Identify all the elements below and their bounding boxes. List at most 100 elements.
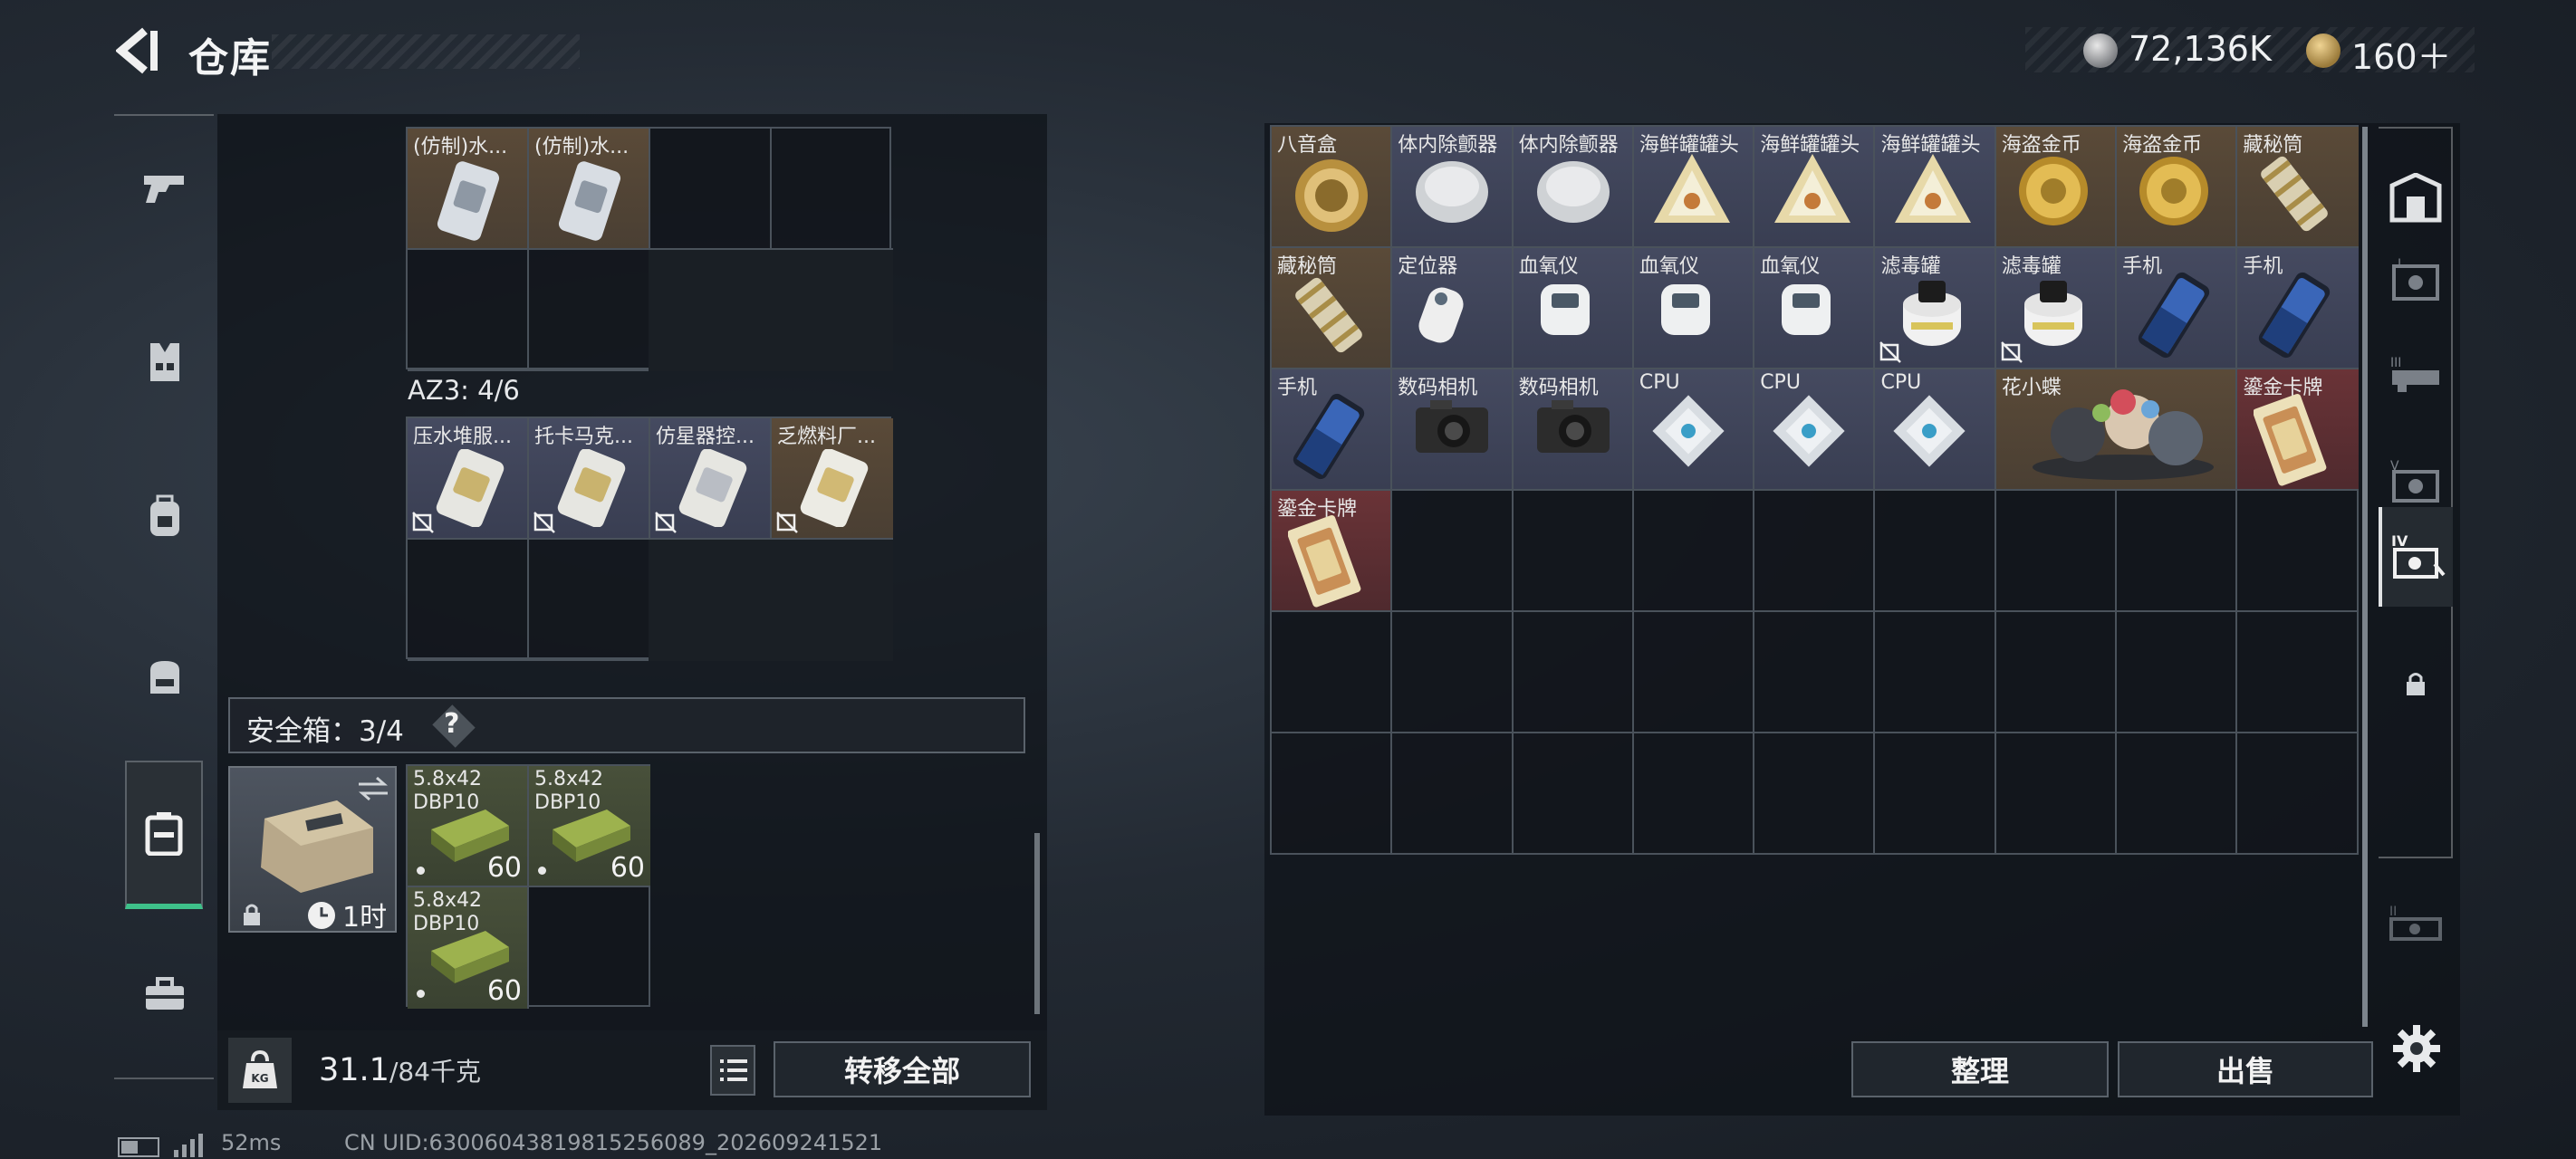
inventory-item[interactable]: 乏燃料厂... — [772, 418, 893, 540]
empty-slot[interactable] — [1272, 612, 1393, 733]
tier-1-icon: I — [2392, 257, 2439, 301]
empty-slot[interactable] — [2237, 612, 2359, 733]
inventory-item[interactable]: 滤毒罐 — [1875, 248, 1996, 369]
inventory-item[interactable]: 定位器 — [1392, 248, 1514, 369]
nav-weapon-button[interactable] — [127, 143, 203, 234]
nav-backpack-button[interactable] — [127, 471, 203, 561]
inventory-item[interactable]: 鎏金卡牌 — [1272, 491, 1393, 612]
empty-slot[interactable] — [2117, 491, 2238, 612]
bullet-dot — [417, 990, 425, 998]
empty-slot[interactable] — [1513, 612, 1634, 733]
inventory-item[interactable]: 体内除颤器 — [1513, 127, 1634, 248]
tab-level-2[interactable]: II — [2379, 873, 2453, 972]
nav-toolbox-button[interactable] — [127, 949, 203, 1039]
empty-slot[interactable] — [529, 250, 650, 371]
list-view-button[interactable] — [710, 1045, 755, 1096]
inventory-item[interactable]: CPU — [1754, 369, 1876, 491]
tab-locked[interactable] — [2379, 634, 2453, 733]
empty-slot[interactable] — [2237, 491, 2359, 612]
empty-slot[interactable] — [1513, 491, 1634, 612]
inventory-item[interactable]: 海盗金币 — [2117, 127, 2238, 248]
inventory-item[interactable]: 手机 — [1272, 369, 1393, 491]
inventory-item[interactable]: 海盗金币 — [1995, 127, 2118, 248]
inventory-item[interactable]: CPU — [1633, 369, 1755, 491]
inventory-item[interactable]: CPU — [1875, 369, 1996, 491]
inventory-item[interactable]: 藏秘筒 — [2237, 127, 2359, 248]
inventory-item[interactable]: 滤毒罐 — [1995, 248, 2118, 369]
empty-slot[interactable] — [772, 129, 893, 250]
inventory-item[interactable]: 血氧仪 — [1754, 248, 1876, 369]
container-edge — [649, 248, 893, 250]
inventory-item[interactable]: 血氧仪 — [1513, 248, 1634, 369]
empty-slot[interactable] — [1392, 612, 1514, 733]
currency-premium-amount[interactable]: 160＋ — [2351, 29, 2452, 79]
empty-slot[interactable] — [1514, 733, 1634, 855]
control-card-icon — [436, 449, 505, 527]
empty-slot[interactable] — [1875, 491, 1996, 612]
tab-level-3[interactable]: III — [2379, 324, 2453, 424]
nav-bag-button[interactable] — [127, 630, 203, 721]
warehouse-scrollbar[interactable] — [2362, 127, 2368, 1027]
left-nav — [114, 114, 214, 1079]
empty-slot[interactable] — [1875, 733, 1996, 855]
empty-slot[interactable] — [2117, 733, 2238, 855]
empty-slot[interactable] — [1995, 612, 2118, 733]
empty-slot[interactable] — [2237, 733, 2358, 855]
empty-slot[interactable] — [2117, 612, 2238, 733]
inventory-item[interactable]: 海鲜罐罐头 — [1633, 127, 1755, 248]
empty-slot[interactable] — [1754, 491, 1876, 612]
empty-slot[interactable] — [1754, 612, 1876, 733]
empty-slot[interactable] — [408, 540, 529, 661]
no-insurance-icon — [2000, 341, 2023, 363]
nav-armor-button[interactable] — [127, 317, 203, 407]
nav-safebox-button[interactable] — [125, 761, 203, 909]
empty-slot[interactable] — [1754, 733, 1876, 855]
inventory-item[interactable]: 手机 — [2237, 248, 2359, 369]
empty-slot[interactable] — [650, 129, 772, 250]
empty-slot[interactable] — [1634, 733, 1755, 855]
inventory-item[interactable]: 5.8x42 DBP10 60 — [408, 887, 529, 1009]
sell-button[interactable]: 出售 — [2118, 1041, 2373, 1097]
kettlebell-icon: KG — [243, 1049, 277, 1088]
inventory-item[interactable]: 仿星器控... — [650, 418, 772, 540]
tab-level-4[interactable]: IV — [2379, 507, 2453, 607]
inventory-item[interactable]: 血氧仪 — [1633, 248, 1755, 369]
inventory-item[interactable]: 5.8x42 DBP10 60 — [408, 766, 529, 887]
empty-slot[interactable] — [408, 250, 529, 371]
inventory-item[interactable]: 体内除颤器 — [1392, 127, 1514, 248]
inventory-item[interactable]: 数码相机 — [1392, 369, 1514, 491]
empty-slot[interactable] — [1633, 491, 1755, 612]
inventory-item[interactable]: 5.8x42 DBP10 60 — [529, 766, 650, 887]
inventory-item[interactable]: 海鲜罐罐头 — [1875, 127, 1996, 248]
safe-box-icon — [145, 812, 183, 856]
empty-slot[interactable] — [1995, 491, 2118, 612]
container-gap — [649, 250, 893, 371]
inventory-item[interactable]: 海鲜罐罐头 — [1754, 127, 1876, 248]
tab-level-1[interactable]: I — [2379, 230, 2453, 330]
settings-button[interactable] — [2391, 1023, 2442, 1074]
back-arrow-icon[interactable] — [116, 27, 161, 74]
swap-icon[interactable] — [357, 775, 389, 802]
inventory-item[interactable]: 八音盒 — [1272, 127, 1393, 248]
empty-slot[interactable] — [1272, 733, 1393, 855]
inventory-item[interactable]: 鎏金卡牌 — [2237, 369, 2359, 491]
inventory-item[interactable]: 托卡马克... — [529, 418, 650, 540]
empty-slot[interactable] — [529, 540, 650, 661]
empty-slot[interactable] — [1392, 491, 1514, 612]
sort-button[interactable]: 整理 — [1851, 1041, 2109, 1097]
empty-slot[interactable] — [1875, 612, 1996, 733]
transfer-all-button[interactable]: 转移全部 — [774, 1041, 1031, 1097]
empty-slot[interactable] — [1392, 733, 1514, 855]
inventory-item[interactable]: 手机 — [2117, 248, 2238, 369]
empty-slot[interactable] — [529, 887, 650, 1009]
inventory-item[interactable]: 藏秘筒 — [1272, 248, 1393, 369]
inventory-item[interactable]: (仿制)水... — [408, 129, 529, 250]
empty-slot[interactable] — [1633, 612, 1755, 733]
inventory-item[interactable]: (仿制)水... — [529, 129, 650, 250]
empty-slot[interactable] — [1996, 733, 2118, 855]
inventory-item[interactable]: 数码相机 — [1513, 369, 1634, 491]
currency-main-amount: 72,136K — [2129, 29, 2272, 69]
left-scrollbar[interactable] — [1034, 833, 1040, 1014]
inventory-item[interactable]: 花小蝶 — [1995, 369, 2238, 491]
inventory-item[interactable]: 压水堆服... — [408, 418, 529, 540]
